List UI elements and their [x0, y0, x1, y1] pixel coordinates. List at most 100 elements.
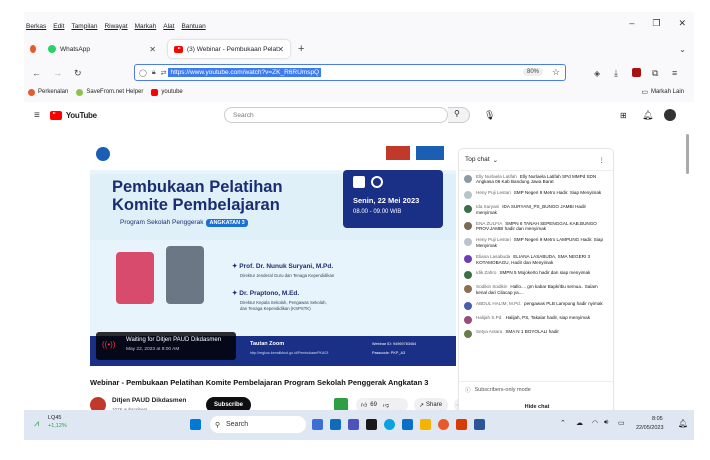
chat-app-icon[interactable] — [348, 419, 359, 430]
create-icon[interactable]: ⊞ — [620, 111, 627, 120]
firefox-view-icon — [30, 45, 36, 53]
clock-time[interactable]: 8:05 — [652, 416, 663, 422]
store-icon[interactable] — [402, 419, 413, 430]
app-menu-tab[interactable] — [24, 40, 42, 58]
restore-button[interactable]: ❐ — [652, 18, 660, 29]
close-tab-icon[interactable]: ✕ — [149, 45, 156, 54]
avatar[interactable] — [664, 109, 676, 121]
reload-icon[interactable]: ↻ — [74, 68, 82, 79]
file-explorer-icon[interactable] — [420, 419, 431, 430]
permissions-icon[interactable]: ⇄ — [161, 69, 167, 77]
task-view-icon[interactable] — [312, 419, 323, 430]
windows-taskbar: ⩘ LQ45 +1,12% ⚲ Search ⌃ ☁ ◠ 🔊︎ ▭ 8:05 2… — [24, 410, 694, 440]
youtube-play-icon — [49, 110, 62, 120]
extensions-icon[interactable]: ⧉ — [652, 68, 658, 79]
menu-tampilan[interactable]: Tampilan — [71, 23, 97, 30]
windows-start-icon[interactable] — [190, 419, 201, 430]
download-icon[interactable]: ⤓ — [614, 68, 618, 79]
share-label: Share — [426, 402, 443, 408]
powerpoint-icon[interactable] — [456, 419, 467, 430]
back-icon[interactable]: ← — [32, 68, 41, 78]
clock-date[interactable]: 22/05/2023 — [636, 425, 664, 431]
thumbs-down-icon[interactable]: 👎︎ — [383, 401, 389, 409]
menu-berkas[interactable]: Berkas — [26, 23, 46, 30]
battery-icon[interactable]: ▭ — [618, 419, 625, 427]
close-tab-icon[interactable]: ✕ — [277, 45, 284, 54]
channel-name[interactable]: Ditjen PAUD Dikdasmen — [112, 397, 186, 404]
search-icon: ⚲ — [215, 421, 221, 429]
speaker1-name-text: Prof. Dr. Nunuk Suryani, M.Pd. — [239, 263, 334, 270]
search-placeholder: Search — [233, 111, 254, 119]
list-tabs-icon[interactable]: ⌄ — [679, 45, 686, 54]
pocket-icon[interactable]: ◈ — [594, 69, 600, 78]
game-icon[interactable] — [366, 419, 377, 430]
taskbar-search-label: Search — [226, 421, 249, 428]
url-bar[interactable]: ◯ 🔒︎ ⇄ https://www.youtube.com/watch?v=Z… — [134, 64, 566, 81]
lock-icon[interactable]: 🔒︎ — [152, 69, 156, 77]
video-top-strip — [90, 140, 456, 170]
widgets-icon[interactable] — [330, 419, 341, 430]
event-date: Senin, 22 Mei 2023 — [353, 196, 420, 205]
chat-message-body: Ida Suryani IDA SURYANI_PS_BUNGO JAMBI Ha… — [476, 204, 608, 216]
savefrom-icon — [76, 88, 84, 96]
chevron-down-icon[interactable]: ⌄ — [493, 156, 498, 164]
live-icon: ((•)) — [102, 340, 116, 349]
cloud-icon[interactable]: ☁ — [576, 419, 583, 427]
chat-message: Heny Puji Lestari SMP Negeri 9 Metro LAMP… — [459, 235, 613, 252]
bookmark-savefrom[interactable]: SaveFrom.net Helper — [76, 88, 143, 96]
menu-riwayat[interactable]: Riwayat — [104, 23, 127, 30]
taskbar-search[interactable]: ⚲ Search — [210, 416, 306, 433]
video-headline: Pembukaan Pelatihan Komite Pembelajaran — [112, 178, 283, 214]
notifications-icon[interactable]: 🔔︎ — [642, 110, 653, 121]
youtube-icon — [151, 88, 159, 96]
search-button[interactable]: ⚲ — [448, 107, 470, 123]
hamburger-icon[interactable]: ≡ — [34, 110, 40, 121]
zoom-level[interactable]: 80% — [522, 68, 543, 76]
chat-more-icon[interactable]: ⋮ — [599, 156, 606, 164]
tab-webinar[interactable]: (3) Webinar - Pembukaan Pelat ✕ — [168, 40, 290, 58]
tray-overflow-icon[interactable]: ⌃ — [560, 419, 566, 427]
nav-bar: ← → ↻ ◯ 🔒︎ ⇄ https://www.youtube.com/wat… — [24, 62, 694, 84]
chat-message: ENA ZULFIA SMPN 6 TANAH SEPENGGAL KAB.BUN… — [459, 218, 613, 235]
minimize-button[interactable]: – — [629, 18, 634, 29]
chat-avatar — [464, 302, 472, 311]
chat-message: Eliana Lasabuda ELIANA LASABUDA, SMA NEGE… — [459, 251, 613, 268]
close-button[interactable]: ✕ — [678, 18, 686, 29]
menu-edit[interactable]: Edit — [53, 23, 64, 30]
forward-icon[interactable]: → — [53, 68, 62, 78]
tab-whatsapp[interactable]: WhatsApp ✕ — [42, 40, 162, 58]
url-text[interactable]: https://www.youtube.com/watch?v=ZK_R6RUm… — [168, 68, 322, 77]
speaker1-photo — [116, 252, 154, 304]
chat-messages: Elly Nurlaela Latifah Elly Nurlaela Latif… — [459, 171, 613, 341]
bookmark-youtube[interactable]: youtube — [151, 88, 183, 96]
bookmark-perkenalan[interactable]: Perkenalan — [28, 88, 68, 96]
firefox-taskbar-icon[interactable] — [438, 419, 449, 430]
chat-mode-selector[interactable]: Top chat — [465, 156, 490, 163]
new-tab-button[interactable]: + — [298, 43, 304, 55]
video-player[interactable]: Pembukaan Pelatihan Komite Pembelajaran … — [90, 140, 456, 366]
live-chat-panel: Top chat ⌄ ⋮ Elly Nurlaela Latifah Elly N… — [458, 148, 614, 418]
chat-message-body: Heny Puji Lestari SMP Negeri 9 Metro Hadi… — [476, 190, 601, 199]
chat-author: Halijah S.Pd. — [476, 315, 503, 321]
menu-icon[interactable]: ≡ — [672, 68, 677, 78]
menu-bantuan[interactable]: Bantuan — [181, 23, 205, 30]
bookmark-star-icon[interactable]: ☆ — [552, 67, 560, 78]
other-bookmarks[interactable]: ▭ Markah Lain — [641, 88, 684, 96]
menu-alat[interactable]: Alat — [163, 23, 174, 30]
edge-icon[interactable] — [384, 419, 395, 430]
microphone-icon[interactable]: 🎙︎ — [484, 110, 495, 121]
notification-bell-icon[interactable]: 🔔︎ — [678, 419, 688, 428]
menu-markah[interactable]: Markah — [135, 23, 157, 30]
hide-chat-button[interactable]: Hide chat — [459, 398, 613, 410]
chat-avatar — [464, 330, 472, 339]
extension-icon[interactable] — [632, 68, 641, 77]
volume-icon[interactable]: 🔊︎ — [604, 419, 608, 427]
youtube-logo[interactable]: YouTube — [49, 110, 97, 120]
wifi-icon[interactable]: ◠ — [592, 419, 598, 427]
word-icon[interactable] — [474, 419, 485, 430]
shield-icon[interactable]: ◯ — [139, 69, 147, 77]
search-input[interactable]: Search — [224, 107, 448, 123]
page-scrollbar[interactable] — [686, 134, 689, 174]
stock-name[interactable]: LQ45 — [48, 415, 61, 421]
waiting-title: Waiting for Ditjen PAUD Dikdasmen — [126, 337, 222, 343]
